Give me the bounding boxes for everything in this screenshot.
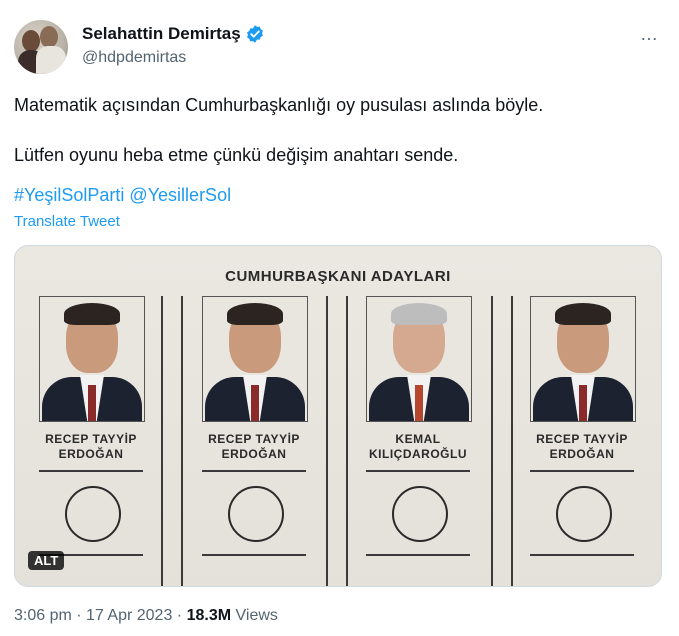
vote-circle	[228, 486, 284, 542]
meta-separator: ·	[176, 607, 183, 624]
verified-badge-icon	[246, 25, 263, 43]
ballot-candidate: RECEP TAYYİP ERDOĞAN	[530, 296, 638, 556]
candidate-name: RECEP TAYYİP ERDOĞAN	[45, 432, 137, 461]
avatar[interactable]	[14, 20, 68, 74]
ballot-divider	[161, 296, 163, 586]
candidate-photo	[530, 296, 636, 422]
author-handle[interactable]: @hdpdemirtas	[82, 49, 186, 67]
author-name-row[interactable]: Selahattin Demirtaş	[82, 24, 265, 44]
ballot-divider	[346, 296, 348, 586]
meta-separator: ·	[76, 607, 82, 624]
views-label: Views	[235, 607, 278, 624]
ballot-candidate: KEMAL KILIÇDAROĞLU	[366, 296, 474, 556]
vote-circle	[392, 486, 448, 542]
tweet-date[interactable]: 17 Apr 2023	[86, 607, 172, 624]
candidate-photo	[366, 296, 472, 422]
ballot-divider	[511, 296, 513, 586]
alt-text-badge[interactable]: ALT	[28, 551, 65, 570]
vote-circle	[65, 486, 121, 542]
ballot-divider	[181, 296, 183, 586]
tweet-meta: 3:06 pm · 17 Apr 2023 · 18.3M Views	[14, 607, 278, 625]
ballot-divider	[491, 296, 493, 586]
candidate-name: RECEP TAYYİP ERDOĞAN	[208, 432, 300, 461]
author-name[interactable]: Selahattin Demirtaş	[82, 24, 241, 44]
tweet-hashtags: #YeşilSolParti @YesillerSol	[14, 185, 231, 206]
tweet-time[interactable]: 3:06 pm	[14, 607, 72, 624]
candidate-name: KEMAL KILIÇDAROĞLU	[369, 432, 467, 461]
candidate-photo	[39, 296, 145, 422]
ballot-title: CUMHURBAŞKANI ADAYLARI	[225, 268, 451, 285]
views-count: 18.3M	[186, 607, 232, 624]
tweet-media-image[interactable]: CUMHURBAŞKANI ADAYLARI RECEP TAYYİP ERDO…	[14, 245, 662, 587]
more-options-icon[interactable]: …	[640, 24, 659, 45]
candidate-name: RECEP TAYYİP ERDOĞAN	[536, 432, 628, 461]
hashtag-link[interactable]: #YeşilSolParti	[14, 185, 124, 205]
tweet-text-line-1: Matematik açısından Cumhurbaşkanlığı oy …	[14, 95, 544, 115]
ballot-divider	[326, 296, 328, 586]
ballot-candidate: RECEP TAYYİP ERDOĞAN	[39, 296, 147, 556]
vote-circle	[556, 486, 612, 542]
tweet-text-line-2: Lütfen oyunu heba etme çünkü değişim ana…	[14, 145, 459, 165]
translate-tweet-link[interactable]: Translate Tweet	[14, 213, 120, 230]
mention-link[interactable]: @YesillerSol	[129, 185, 231, 205]
candidate-photo	[202, 296, 308, 422]
ballot-candidate: RECEP TAYYİP ERDOĞAN	[202, 296, 310, 556]
